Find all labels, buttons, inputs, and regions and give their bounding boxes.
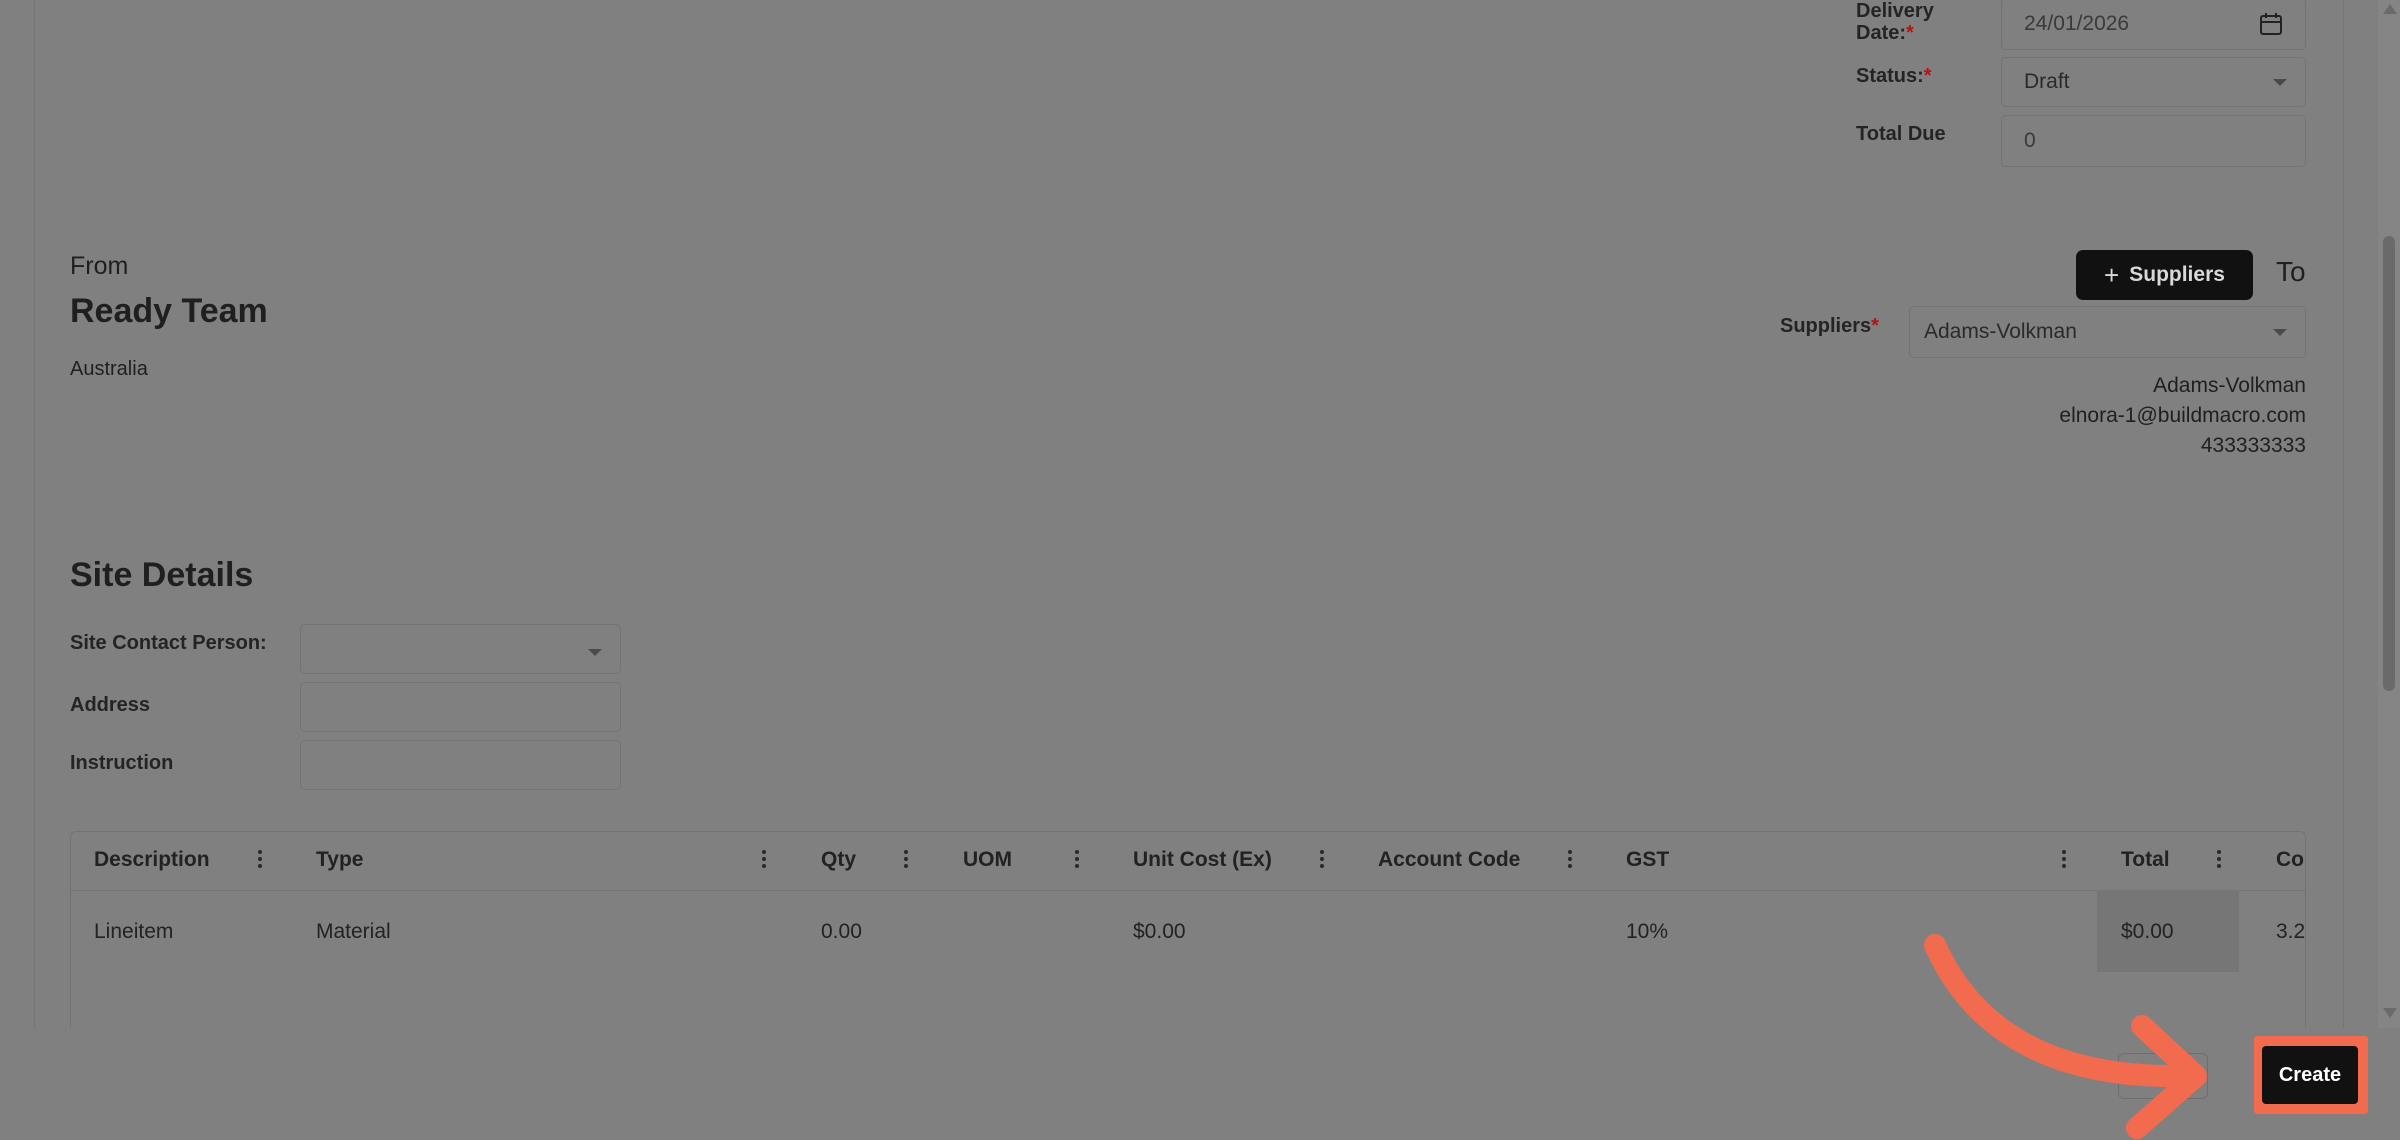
cell-type[interactable]: Material — [316, 920, 391, 944]
plus-icon: + — [2104, 260, 2120, 290]
status-label-text: Status: — [1856, 65, 1924, 87]
cancel-button[interactable]: el — [2118, 1053, 2208, 1099]
table-header: Description Type Qty UOM Unit Cost (Ex) … — [71, 832, 2305, 891]
column-menu-icon[interactable] — [759, 848, 769, 872]
scrollbar-thumb[interactable] — [2383, 236, 2395, 691]
cell-gst[interactable]: 10% — [1626, 920, 1668, 944]
cell-description[interactable]: Lineitem — [94, 920, 173, 944]
delivery-date-label-line1: Delivery — [1856, 0, 1934, 22]
address-label: Address — [70, 694, 151, 716]
site-contact-label: Site Contact Person: — [70, 632, 267, 654]
supplier-phone: 433333333 — [2200, 434, 2306, 457]
supplier-email: elnora-1@buildmacro.com — [2059, 404, 2306, 427]
instruction-input[interactable] — [300, 740, 621, 790]
cell-total[interactable]: $0.00 — [2121, 920, 2174, 944]
column-header-total[interactable]: Total — [2121, 848, 2170, 872]
add-supplier-button-label: Suppliers — [2129, 263, 2225, 286]
chevron-down-icon — [2273, 329, 2287, 336]
line-items-table: Description Type Qty UOM Unit Cost (Ex) … — [70, 831, 2306, 1028]
delivery-date-value: 24/01/2026 — [2024, 12, 2130, 35]
column-menu-icon[interactable] — [2214, 848, 2224, 872]
modal-footer — [0, 1028, 2400, 1140]
chevron-down-icon — [588, 649, 602, 656]
cell-co[interactable]: 3.2 — [2276, 920, 2305, 944]
to-heading: To — [2276, 256, 2306, 287]
column-menu-icon[interactable] — [255, 848, 265, 872]
from-company-name: Ready Team — [70, 292, 268, 330]
suppliers-label-text: Suppliers — [1780, 315, 1872, 337]
total-due-input[interactable]: 0 — [2001, 115, 2306, 167]
cell-unit-cost[interactable]: $0.00 — [1133, 920, 1186, 944]
address-input[interactable] — [300, 682, 621, 732]
scroll-up-icon[interactable] — [2383, 4, 2397, 14]
add-supplier-button[interactable]: + Suppliers — [2076, 250, 2253, 300]
create-button-label: Create — [2278, 1063, 2342, 1086]
create-button[interactable]: Create — [2262, 1046, 2358, 1104]
required-mark: * — [1906, 22, 1914, 44]
vertical-scrollbar[interactable] — [2378, 0, 2400, 1028]
column-header-gst[interactable]: GST — [1626, 848, 1669, 872]
suppliers-label: Suppliers* — [1780, 315, 1879, 337]
site-contact-select[interactable] — [300, 624, 621, 674]
site-details-heading: Site Details — [70, 556, 254, 594]
column-header-co[interactable]: Co — [2276, 848, 2304, 872]
column-header-type[interactable]: Type — [316, 848, 363, 872]
calendar-icon[interactable] — [2259, 12, 2283, 36]
column-header-description[interactable]: Description — [94, 848, 210, 872]
total-due-value: 0 — [2024, 129, 2036, 152]
suppliers-select[interactable]: Adams-Volkman — [1909, 306, 2306, 358]
scroll-down-icon[interactable] — [2383, 1008, 2397, 1018]
supplier-details: Adams-Volkman elnora-1@buildmacro.com 43… — [2059, 371, 2306, 461]
total-due-label: Total Due — [1856, 123, 1946, 145]
status-select-value: Draft — [2024, 70, 2070, 93]
status-select[interactable]: Draft — [2001, 57, 2306, 107]
required-mark: * — [1923, 65, 1932, 87]
suppliers-select-value: Adams-Volkman — [1924, 320, 2077, 343]
chevron-down-icon — [2273, 79, 2287, 86]
status-label: Status:* — [1856, 65, 1932, 87]
from-country: Australia — [70, 358, 148, 380]
required-mark: * — [1871, 315, 1879, 337]
supplier-name: Adams-Volkman — [2153, 374, 2306, 397]
instruction-label: Instruction — [70, 752, 174, 774]
column-menu-icon[interactable] — [2059, 848, 2069, 872]
column-header-uom[interactable]: UOM — [963, 848, 1012, 872]
column-menu-icon[interactable] — [1317, 848, 1327, 872]
cell-qty[interactable]: 0.00 — [821, 920, 862, 944]
from-heading: From — [70, 252, 129, 280]
column-menu-icon[interactable] — [1565, 848, 1575, 872]
delivery-date-label: Delivery Date:* — [1856, 0, 1934, 44]
delivery-date-input[interactable]: 24/01/2026 — [2001, 0, 2306, 50]
delivery-date-label-line2: Date: — [1856, 22, 1907, 44]
column-header-qty[interactable]: Qty — [821, 848, 856, 872]
column-header-account-code[interactable]: Account Code — [1378, 848, 1520, 872]
cancel-button-label: el — [2178, 1064, 2195, 1087]
column-menu-icon[interactable] — [901, 848, 911, 872]
column-menu-icon[interactable] — [1072, 848, 1082, 872]
column-header-unit-cost[interactable]: Unit Cost (Ex) — [1133, 848, 1272, 872]
